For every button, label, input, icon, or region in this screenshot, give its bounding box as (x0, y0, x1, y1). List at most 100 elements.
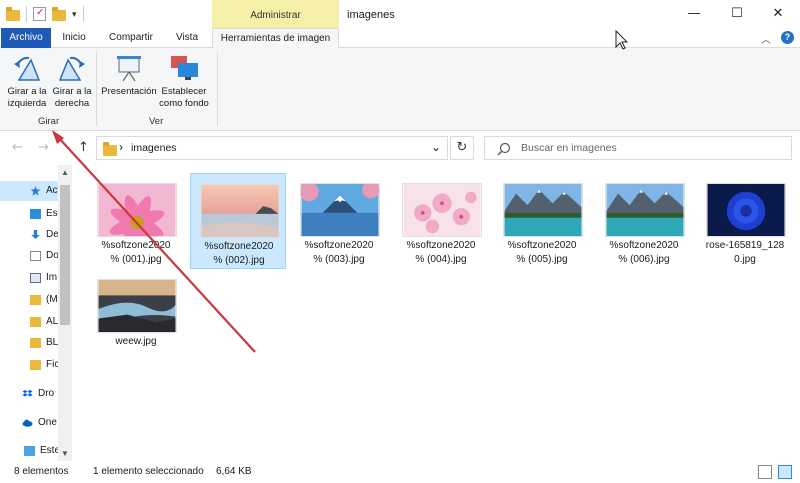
file-item[interactable]: %softzone2020% (003).jpg (291, 173, 387, 269)
file-name: rose-165819_128 0.jpg (705, 240, 785, 265)
file-item[interactable]: rose-165819_128 0.jpg (697, 173, 793, 269)
nav-item-label: Fic (46, 359, 58, 370)
rotate-left-label-line2: izquierda (7, 98, 47, 109)
nav-item-label: One (38, 417, 57, 428)
file-item-selected[interactable]: %softzone2020% (002).jpg (190, 173, 286, 269)
ribbon-tabs: Archivo Inicio Compartir Vista Herramien… (0, 28, 800, 49)
file-item[interactable]: %softzone2020% (001).jpg (88, 173, 184, 269)
image-thumbnail (503, 183, 583, 237)
status-bar: 8 elementos 1 elemento seleccionado 6,64… (0, 461, 800, 483)
divider (217, 52, 218, 126)
tab-vista[interactable]: Vista (168, 28, 206, 48)
nav-item-label: BL (46, 337, 58, 348)
help-icon[interactable]: ? (781, 31, 794, 44)
nav-item-documents[interactable]: Do (0, 246, 58, 266)
set-background-label-line1: Establecer (161, 86, 207, 97)
pc-icon (24, 446, 35, 456)
file-name: %softzone2020% (004).jpg (406, 240, 476, 265)
scroll-down-icon[interactable]: ▼ (61, 449, 69, 458)
tab-inicio[interactable]: Inicio (56, 28, 92, 48)
address-path[interactable]: imagenes (131, 142, 177, 154)
nav-item-label: (M (46, 294, 58, 305)
rotate-right-button[interactable]: Girar a la derecha (50, 54, 94, 110)
file-name: weew.jpg (115, 336, 157, 347)
properties-icon[interactable] (33, 7, 46, 21)
divider (26, 6, 27, 22)
file-name: %softzone2020% (005).jpg (507, 240, 577, 265)
address-dropdown-icon[interactable]: ⌄ (431, 140, 441, 154)
window-title: imagenes (347, 9, 395, 21)
slideshow-button[interactable]: Presentación (100, 54, 158, 98)
onedrive-icon (22, 419, 33, 427)
address-bar[interactable]: › imagenes ⌄ (96, 136, 448, 160)
collapse-ribbon-icon[interactable]: ︿ (761, 31, 771, 46)
minimize-button[interactable]: — (684, 4, 704, 24)
nav-item-label: De (46, 229, 58, 240)
tab-archivo[interactable]: Archivo (1, 28, 51, 48)
dropbox-icon (22, 389, 33, 397)
new-folder-icon[interactable] (52, 6, 66, 21)
nav-item-folder-2[interactable]: AL (0, 312, 58, 332)
nav-item-label: Es (46, 208, 58, 219)
set-background-button[interactable]: Establecer como fondo (157, 54, 211, 110)
breadcrumb-chevron-icon: › (119, 140, 123, 154)
folder-icon (30, 360, 41, 370)
selection-info: 1 elemento seleccionado (93, 466, 204, 477)
customize-qat-dropdown[interactable]: ▾ (72, 9, 77, 20)
tab-compartir[interactable]: Compartir (100, 28, 162, 48)
folder-icon (30, 317, 41, 327)
scrollbar-thumb[interactable] (60, 185, 70, 325)
nav-item-quick-access[interactable]: Acc (0, 181, 58, 201)
file-item[interactable]: %softzone2020% (006).jpg (596, 173, 692, 269)
details-view-icon[interactable] (758, 465, 772, 479)
rotate-right-label-line2: derecha (54, 98, 90, 109)
scroll-up-icon[interactable]: ▲ (61, 168, 69, 177)
nav-item-folder-4[interactable]: Fic (0, 355, 58, 375)
folder-icon (30, 338, 41, 348)
image-thumbnail (605, 183, 685, 237)
desktop-icon (30, 209, 41, 219)
group-label-girar: Girar (38, 116, 60, 127)
ribbon-controls: ︿ ? (761, 31, 794, 46)
nav-item-onedrive[interactable]: One (0, 413, 58, 433)
nav-item-dropbox[interactable]: Dro (0, 384, 58, 404)
file-item[interactable]: weew.jpg (88, 269, 184, 365)
refresh-button[interactable]: ↻ (450, 136, 474, 160)
file-item[interactable]: %softzone2020% (004).jpg (393, 173, 489, 269)
rotate-left-icon (11, 54, 43, 82)
group-label-ver: Ver (149, 116, 164, 127)
maximize-button[interactable]: ☐ (727, 4, 747, 24)
folder-icon (103, 142, 117, 156)
forward-button[interactable]: → (38, 140, 49, 155)
nav-item-downloads[interactable]: De (0, 225, 58, 245)
image-thumbnail (402, 183, 482, 237)
nav-item-desktop[interactable]: Es (0, 204, 58, 224)
navigation-bar: ← → ↑ › imagenes ⌄ ↻ Buscar en imagenes (0, 131, 800, 165)
slideshow-icon (113, 54, 145, 82)
rotate-left-button[interactable]: Girar a la izquierda (4, 54, 50, 110)
file-name: %softzone2020% (003).jpg (304, 240, 374, 265)
search-input[interactable]: Buscar en imagenes (484, 136, 792, 160)
quick-access-toolbar: ▾ (6, 6, 84, 22)
star-icon (30, 186, 41, 196)
up-button[interactable]: ↑ (78, 140, 89, 155)
nav-item-folder-3[interactable]: BL (0, 333, 58, 353)
slideshow-label: Presentación (101, 86, 157, 97)
image-thumbnail (200, 184, 280, 238)
close-button[interactable]: ✕ (768, 4, 788, 24)
file-item[interactable]: %softzone2020% (005).jpg (494, 173, 590, 269)
nav-item-pictures[interactable]: Im (0, 268, 58, 288)
tab-herramientas-de-imagen[interactable]: Herramientas de imagen (212, 28, 339, 49)
nav-item-label: AL (46, 316, 58, 327)
search-placeholder: Buscar en imagenes (521, 142, 617, 154)
document-icon (30, 251, 41, 261)
nav-item-folder-1[interactable]: (M (0, 290, 58, 310)
nav-item-label: Acc (46, 185, 58, 196)
set-background-label-line2: como fondo (159, 98, 209, 109)
divider (82, 6, 84, 22)
nav-pane-scrollbar[interactable]: ▲ ▼ (58, 165, 72, 461)
back-button[interactable]: ← (12, 140, 23, 155)
large-icons-view-icon[interactable] (778, 465, 792, 479)
context-tab-group-label: Administrar (212, 0, 339, 28)
nav-item-this-pc[interactable]: Este (0, 441, 58, 461)
